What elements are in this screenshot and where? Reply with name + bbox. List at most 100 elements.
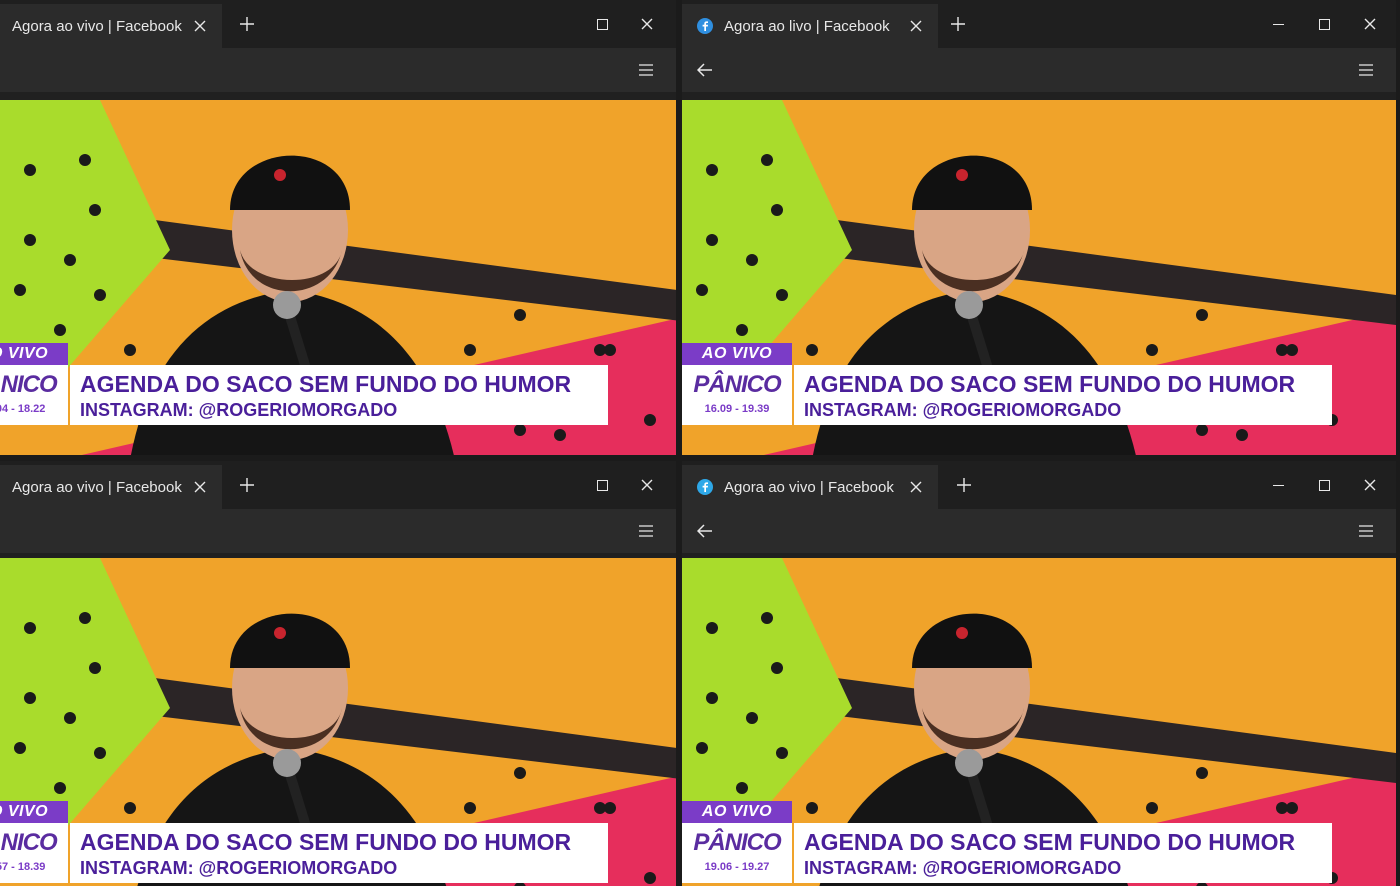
back-arrow-icon[interactable] — [694, 520, 716, 542]
close-icon[interactable] — [906, 477, 926, 497]
cap-logo — [956, 169, 968, 181]
browser-tab[interactable]: Agora ao vivo | Facebook — [682, 465, 938, 509]
hamburger-menu-icon[interactable] — [636, 60, 656, 80]
polka-dot — [696, 742, 708, 754]
microphone — [273, 749, 301, 777]
live-video[interactable]: AO VIVO PÂNICO 19.06 - 19.27 AGENDA DO S… — [682, 558, 1396, 886]
live-video[interactable]: AO VIVO PÂNICO 16.09 - 19.39 AGENDA DO S… — [682, 100, 1396, 455]
close-icon[interactable] — [190, 477, 210, 497]
polka-dot — [464, 802, 476, 814]
close-icon[interactable] — [906, 16, 926, 36]
live-video[interactable]: AO VIVO PÂNICO 16.04 - 18.22 AGENDA DO S… — [0, 100, 676, 455]
back-arrow-icon[interactable] — [694, 59, 716, 81]
hamburger-menu-icon[interactable] — [1356, 60, 1376, 80]
lower-third-banner: AGENDA DO SACO SEM FUNDO DO HUMOR INSTAG… — [70, 365, 608, 425]
facebook-icon — [696, 478, 714, 496]
polka-dot — [54, 324, 66, 336]
polka-dot — [771, 662, 783, 674]
maximize-icon[interactable] — [1314, 14, 1334, 34]
lower-third-banner: AGENDA DO SACO SEM FUNDO DO HUMOR INSTAG… — [794, 823, 1332, 883]
polka-dot — [736, 782, 748, 794]
hamburger-menu-icon[interactable] — [1356, 521, 1376, 541]
polka-dot — [514, 424, 526, 436]
polka-dot — [644, 872, 656, 884]
polka-dot — [514, 309, 526, 321]
plus-icon[interactable] — [954, 475, 974, 495]
polka-dot — [24, 234, 36, 246]
title-bar: Agora ao livo | Facebook — [682, 0, 1396, 48]
brand-text: PÂNICO — [0, 371, 58, 398]
browser-window-bottom-right: Agora ao vivo | Facebook AO VIVO PÂNICO … — [682, 461, 1396, 886]
close-icon[interactable] — [637, 475, 657, 495]
minimize-icon[interactable] — [1268, 475, 1288, 495]
plus-icon[interactable] — [237, 475, 257, 495]
browser-tab[interactable]: Agora ao vivo | Facebook — [0, 4, 222, 48]
polka-dot — [1196, 424, 1208, 436]
facebook-icon — [696, 17, 714, 35]
title-bar: Agora ao vivo | Facebook — [0, 461, 676, 509]
browser-window-top-left: Agora ao vivo | Facebook AO VIVO PÂNICO … — [0, 0, 676, 455]
tab-title: Agora ao vivo | Facebook — [724, 478, 894, 496]
polka-dot — [94, 289, 106, 301]
polka-dot — [696, 284, 708, 296]
toolbar — [682, 509, 1396, 553]
maximize-icon[interactable] — [592, 14, 612, 34]
microphone — [955, 291, 983, 319]
cap-logo — [274, 627, 286, 639]
polka-dot — [54, 782, 66, 794]
close-icon[interactable] — [637, 14, 657, 34]
browser-window-bottom-left: Agora ao vivo | Facebook AO VIVO PÂNICO … — [0, 461, 676, 886]
close-icon[interactable] — [190, 16, 210, 36]
tab-title: Agora ao vivo | Facebook — [12, 17, 182, 35]
title-bar: Agora ao vivo | Facebook — [682, 461, 1396, 509]
polka-dot — [746, 712, 758, 724]
close-icon[interactable] — [1360, 475, 1380, 495]
polka-dot — [14, 284, 26, 296]
live-video[interactable]: AO VIVO PÂNICO 16.57 - 18.39 AGENDA DO S… — [0, 558, 676, 886]
polka-dot — [706, 692, 718, 704]
maximize-icon[interactable] — [1314, 475, 1334, 495]
polka-dot — [806, 802, 818, 814]
toolbar — [682, 48, 1396, 92]
polka-dot — [746, 254, 758, 266]
polka-dot — [79, 612, 91, 624]
timecode: 16.09 - 19.39 — [704, 403, 770, 415]
polka-dot — [706, 234, 718, 246]
browser-window-top-right: Agora ao livo | Facebook AO VIVO PÂNICO … — [682, 0, 1396, 455]
minimize-icon[interactable] — [1268, 14, 1288, 34]
live-badge: AO VIVO — [682, 343, 792, 365]
polka-dot — [594, 344, 606, 356]
polka-dot — [14, 742, 26, 754]
browser-tab[interactable]: Agora ao vivo | Facebook — [0, 465, 222, 509]
polka-dot — [1146, 344, 1158, 356]
title-bar: Agora ao vivo | Facebook — [0, 0, 676, 48]
timecode: 19.06 - 19.27 — [704, 861, 770, 873]
plus-icon[interactable] — [948, 14, 968, 34]
polka-dot — [771, 204, 783, 216]
show-logo: PÂNICO 16.09 - 19.39 — [682, 365, 792, 425]
cap-logo — [956, 627, 968, 639]
polka-dot — [761, 154, 773, 166]
browser-tab[interactable]: Agora ao livo | Facebook — [682, 4, 938, 48]
close-icon[interactable] — [1360, 14, 1380, 34]
live-badge: AO VIVO — [682, 801, 792, 823]
polka-dot — [1196, 767, 1208, 779]
show-logo: PÂNICO 16.04 - 18.22 — [0, 365, 68, 425]
polka-dot — [1276, 344, 1288, 356]
polka-dot — [514, 767, 526, 779]
lower-third-banner: AGENDA DO SACO SEM FUNDO DO HUMOR INSTAG… — [70, 823, 608, 883]
polka-dot — [776, 747, 788, 759]
polka-dot — [94, 747, 106, 759]
headline: AGENDA DO SACO SEM FUNDO DO HUMOR — [80, 371, 572, 397]
hamburger-menu-icon[interactable] — [636, 521, 656, 541]
headline: AGENDA DO SACO SEM FUNDO DO HUMOR — [804, 371, 1296, 397]
polka-dot — [736, 324, 748, 336]
polka-dot — [89, 662, 101, 674]
polka-dot — [1146, 802, 1158, 814]
timecode: 16.04 - 18.22 — [0, 403, 46, 415]
subline: INSTAGRAM: @ROGERIOMORGADO — [80, 858, 398, 878]
live-badge: AO VIVO — [0, 343, 68, 365]
maximize-icon[interactable] — [592, 475, 612, 495]
cap-logo — [274, 169, 286, 181]
plus-icon[interactable] — [237, 14, 257, 34]
